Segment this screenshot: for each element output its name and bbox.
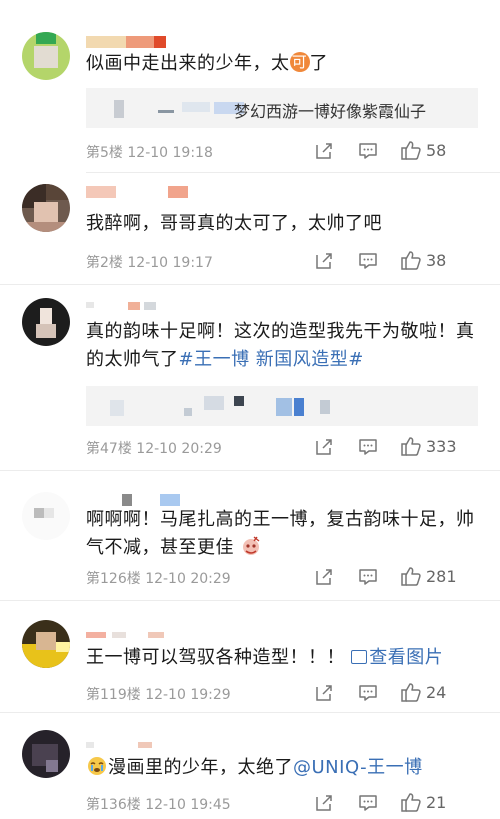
thumbs-up-icon[interactable] bbox=[400, 249, 422, 271]
comment-actions: 24 bbox=[314, 683, 484, 705]
avatar[interactable] bbox=[22, 184, 70, 232]
thumbs-up-icon[interactable] bbox=[400, 435, 422, 457]
comment-meta: 第119楼 12-10 19:29 bbox=[86, 687, 231, 703]
avatar[interactable] bbox=[22, 730, 70, 778]
thumbs-up-icon[interactable] bbox=[400, 681, 422, 703]
comment-icon[interactable] bbox=[358, 251, 378, 271]
share-icon[interactable] bbox=[314, 567, 334, 587]
comment-actions: 38 bbox=[314, 251, 484, 273]
like-count: 24 bbox=[426, 683, 447, 702]
comment-meta: 第5楼 12-10 19:18 bbox=[86, 145, 213, 161]
comment-text: 似画中走出来的少年，太可了 bbox=[86, 52, 328, 74]
comment-text: 王一博可以驾驭各种造型！！！ 查看图片 bbox=[86, 647, 444, 668]
quote-text: 梦幻西游一博好像紫霞仙子 bbox=[233, 102, 426, 121]
share-icon[interactable] bbox=[314, 141, 334, 161]
hashtag-link[interactable]: #王一博 新国风造型# bbox=[179, 349, 364, 370]
avatar[interactable] bbox=[22, 32, 70, 80]
quoted-reply[interactable] bbox=[86, 386, 478, 426]
comment-item: 王一博可以驾驭各种造型！！！ 查看图片 第119楼 12-10 19:29 24 bbox=[0, 600, 500, 712]
emoji-icon bbox=[243, 536, 260, 555]
comment-text: 真的韵味十足啊！这次的造型我先干为敬啦！真 的太帅气了#王一博 新国风造型# bbox=[86, 321, 475, 370]
comment-actions: 333 bbox=[314, 437, 484, 459]
comment-item: 啊啊啊！马尾扎高的王一博，复古韵味十足，帅 气不减，甚至更佳 第126楼 12-… bbox=[0, 470, 500, 600]
emoji-badge: 可 bbox=[289, 52, 310, 72]
like-count: 333 bbox=[426, 437, 457, 456]
mention-link[interactable]: @UNIQ-王一博 bbox=[293, 757, 423, 778]
comment-text: 漫画里的少年，太绝了@UNIQ-王一博 bbox=[86, 754, 478, 782]
image-icon bbox=[351, 650, 368, 664]
username-blurred[interactable] bbox=[86, 186, 196, 200]
comment-item: 似画中走出来的少年，太可了 梦幻西游一博好像紫霞仙子 第5楼 12-10 19:… bbox=[0, 0, 500, 172]
avatar[interactable] bbox=[22, 620, 70, 668]
comment-meta: 第47楼 12-10 20:29 bbox=[86, 441, 222, 457]
comment-icon[interactable] bbox=[358, 437, 378, 457]
share-icon[interactable] bbox=[314, 251, 334, 271]
like-count: 38 bbox=[426, 251, 447, 270]
comment-meta: 第126楼 12-10 20:29 bbox=[86, 571, 231, 587]
comment-actions: 281 bbox=[314, 567, 484, 589]
thumbs-up-icon[interactable] bbox=[400, 791, 422, 813]
thumbs-up-icon[interactable] bbox=[400, 565, 422, 587]
crying-emoji-icon bbox=[88, 757, 106, 775]
comment-actions: 58 bbox=[314, 141, 484, 163]
thumbs-up-icon[interactable] bbox=[400, 139, 422, 161]
comment-item: 我醉啊，哥哥真的太可了，太帅了吧 第2楼 12-10 19:17 38 bbox=[0, 172, 500, 284]
comment-item: 漫画里的少年，太绝了@UNIQ-王一博 第136楼 12-10 19:45 21 bbox=[0, 712, 500, 819]
like-count: 281 bbox=[426, 567, 457, 586]
comment-text: 啊啊啊！马尾扎高的王一博，复古韵味十足，帅 气不减，甚至更佳 bbox=[86, 509, 475, 558]
comment-item: 真的韵味十足啊！这次的造型我先干为敬啦！真 的太帅气了#王一博 新国风造型# 第… bbox=[0, 284, 500, 470]
comment-icon[interactable] bbox=[358, 683, 378, 703]
username-blurred[interactable] bbox=[86, 738, 196, 752]
comment-text: 我醉啊，哥哥真的太可了，太帅了吧 bbox=[86, 213, 382, 234]
comment-icon[interactable] bbox=[358, 141, 378, 161]
username-blurred[interactable] bbox=[86, 628, 196, 642]
comment-icon[interactable] bbox=[358, 567, 378, 587]
like-count: 21 bbox=[426, 793, 447, 812]
username-blurred[interactable] bbox=[86, 298, 166, 312]
comment-icon[interactable] bbox=[358, 793, 378, 813]
avatar[interactable] bbox=[22, 492, 70, 540]
like-count: 58 bbox=[426, 141, 447, 160]
comment-actions: 21 bbox=[314, 793, 484, 815]
quoted-reply[interactable]: 梦幻西游一博好像紫霞仙子 bbox=[86, 88, 478, 128]
share-icon[interactable] bbox=[314, 793, 334, 813]
username-blurred[interactable] bbox=[86, 36, 176, 50]
view-image-link[interactable]: 查看图片 bbox=[351, 647, 443, 668]
share-icon[interactable] bbox=[314, 437, 334, 457]
share-icon[interactable] bbox=[314, 683, 334, 703]
comment-meta: 第136楼 12-10 19:45 bbox=[86, 797, 231, 813]
comment-meta: 第2楼 12-10 19:17 bbox=[86, 255, 213, 271]
avatar[interactable] bbox=[22, 298, 70, 346]
